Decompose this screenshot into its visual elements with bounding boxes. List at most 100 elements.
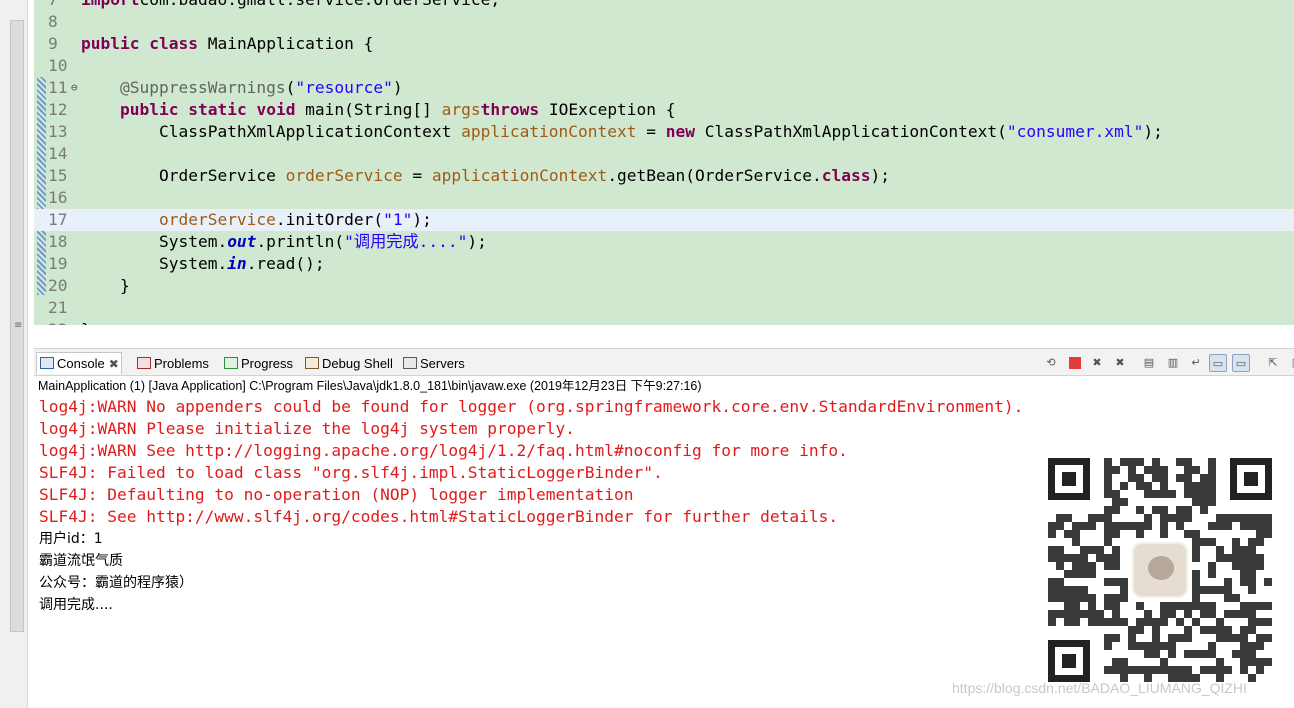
qr-module bbox=[1248, 586, 1256, 594]
qr-module bbox=[1104, 538, 1112, 546]
clear-console-icon[interactable]: ▤ bbox=[1140, 354, 1158, 372]
show-on-stdout-icon[interactable]: ▭ bbox=[1209, 354, 1227, 372]
qr-module bbox=[1160, 602, 1168, 610]
qr-module bbox=[1168, 650, 1176, 658]
qr-module bbox=[1264, 522, 1272, 530]
code-line[interactable]: 9 public class MainApplication { bbox=[34, 33, 1294, 55]
scroll-lock-icon[interactable]: ▥ bbox=[1164, 354, 1182, 372]
tab-label: Debug Shell bbox=[322, 356, 393, 371]
code-line[interactable]: 19 System.in.read(); bbox=[34, 253, 1294, 275]
code-line[interactable]: 16 bbox=[34, 187, 1294, 209]
code-line[interactable]: 17 orderService.initOrder("1"); bbox=[34, 209, 1294, 231]
qr-module bbox=[1192, 618, 1200, 626]
qr-module bbox=[1128, 634, 1136, 642]
remove-icon[interactable]: ✖ bbox=[1088, 354, 1106, 372]
qr-module bbox=[1240, 634, 1248, 642]
qr-module bbox=[1152, 474, 1160, 482]
qr-module bbox=[1120, 522, 1128, 530]
fold-toggle-icon[interactable]: ⊖ bbox=[71, 77, 78, 99]
code-line[interactable]: 11 ⊖ @SuppressWarnings("resource") bbox=[34, 77, 1294, 99]
tab-servers[interactable]: Servers bbox=[400, 353, 465, 375]
code-token: in bbox=[227, 254, 247, 273]
code-line[interactable]: 7importcom.badao.gmall.service.OrderServ… bbox=[34, 0, 1294, 11]
qr-module bbox=[1248, 602, 1256, 610]
qr-module bbox=[1192, 482, 1200, 490]
tab-problems[interactable]: Problems bbox=[134, 353, 209, 375]
remove-all-icon[interactable]: ✖ bbox=[1111, 354, 1129, 372]
word-wrap-icon[interactable]: ↵ bbox=[1187, 354, 1205, 372]
remove-launch-icon[interactable]: ⟲ bbox=[1042, 354, 1060, 372]
code-line[interactable]: 10 bbox=[34, 55, 1294, 77]
qr-module bbox=[1160, 642, 1168, 650]
code-line[interactable]: 18 System.out.println("调用完成...."); bbox=[34, 231, 1294, 253]
tab-label: Servers bbox=[420, 356, 465, 371]
qr-module bbox=[1224, 626, 1232, 634]
code-line[interactable]: 13 ClassPathXmlApplicationContext applic… bbox=[34, 121, 1294, 143]
code-line[interactable]: 8 bbox=[34, 11, 1294, 33]
qr-module bbox=[1208, 458, 1216, 466]
qr-module bbox=[1112, 666, 1120, 674]
qr-module bbox=[1184, 506, 1192, 514]
qr-module bbox=[1112, 490, 1120, 498]
qr-module bbox=[1136, 626, 1144, 634]
qr-module bbox=[1104, 562, 1112, 570]
qr-module bbox=[1240, 602, 1248, 610]
qr-module bbox=[1168, 642, 1176, 650]
qr-module bbox=[1056, 522, 1064, 530]
qr-module bbox=[1240, 546, 1248, 554]
tab-debug-shell[interactable]: Debug Shell bbox=[302, 353, 393, 375]
qr-module bbox=[1264, 530, 1272, 538]
qr-module bbox=[1216, 626, 1224, 634]
code-line[interactable]: 21 bbox=[34, 297, 1294, 319]
qr-module bbox=[1200, 498, 1208, 506]
qr-module bbox=[1256, 530, 1264, 538]
qr-module bbox=[1184, 466, 1192, 474]
code-line[interactable]: 20 } bbox=[34, 275, 1294, 297]
show-on-stderr-icon[interactable]: ▭ bbox=[1232, 354, 1250, 372]
qr-module bbox=[1048, 594, 1056, 602]
close-tab-icon[interactable]: ✖ bbox=[109, 357, 119, 371]
line-number: 17 bbox=[48, 210, 68, 229]
qr-module bbox=[1184, 474, 1192, 482]
qr-module bbox=[1104, 634, 1112, 642]
qr-module bbox=[1080, 594, 1088, 602]
qr-module bbox=[1208, 538, 1216, 546]
qr-module bbox=[1240, 554, 1248, 562]
tab-console[interactable]: Console ✖ bbox=[36, 352, 122, 374]
qr-module bbox=[1144, 650, 1152, 658]
tab-progress[interactable]: Progress bbox=[221, 353, 293, 375]
code-token: public bbox=[119, 100, 179, 119]
line-number: 21 bbox=[48, 298, 68, 317]
qr-module bbox=[1176, 618, 1184, 626]
qr-module bbox=[1072, 554, 1080, 562]
code-token: import bbox=[81, 0, 139, 9]
qr-module bbox=[1192, 546, 1200, 554]
qr-module bbox=[1208, 466, 1216, 474]
open-console-icon[interactable]: ▣ bbox=[1288, 354, 1294, 372]
code-text: System.out.println("调用完成...."); bbox=[81, 231, 487, 253]
qr-module bbox=[1200, 474, 1208, 482]
line-number: 20 bbox=[48, 276, 68, 295]
code-editor[interactable]: 7importcom.badao.gmall.service.OrderServ… bbox=[34, 0, 1294, 325]
pin-console-icon[interactable]: ⇱ bbox=[1264, 354, 1282, 372]
qr-module bbox=[1120, 578, 1128, 586]
qr-module bbox=[1064, 514, 1072, 522]
qr-module bbox=[1072, 538, 1080, 546]
qr-module bbox=[1152, 650, 1160, 658]
qr-module bbox=[1152, 626, 1160, 634]
terminate-icon[interactable] bbox=[1066, 354, 1084, 372]
qr-module bbox=[1192, 602, 1200, 610]
code-line[interactable]: 12 public static void main(String[] args… bbox=[34, 99, 1294, 121]
code-line[interactable]: 14 bbox=[34, 143, 1294, 165]
code-token: out bbox=[227, 232, 257, 251]
qr-module bbox=[1072, 570, 1080, 578]
qr-module bbox=[1072, 618, 1080, 626]
sash-grip-icon[interactable]: ≡ bbox=[14, 320, 22, 331]
qr-module bbox=[1104, 578, 1112, 586]
qr-module bbox=[1120, 618, 1128, 626]
code-token: "resource" bbox=[295, 78, 393, 97]
qr-module bbox=[1120, 482, 1128, 490]
code-line[interactable]: 15 OrderService orderService = applicati… bbox=[34, 165, 1294, 187]
qr-module bbox=[1208, 666, 1216, 674]
